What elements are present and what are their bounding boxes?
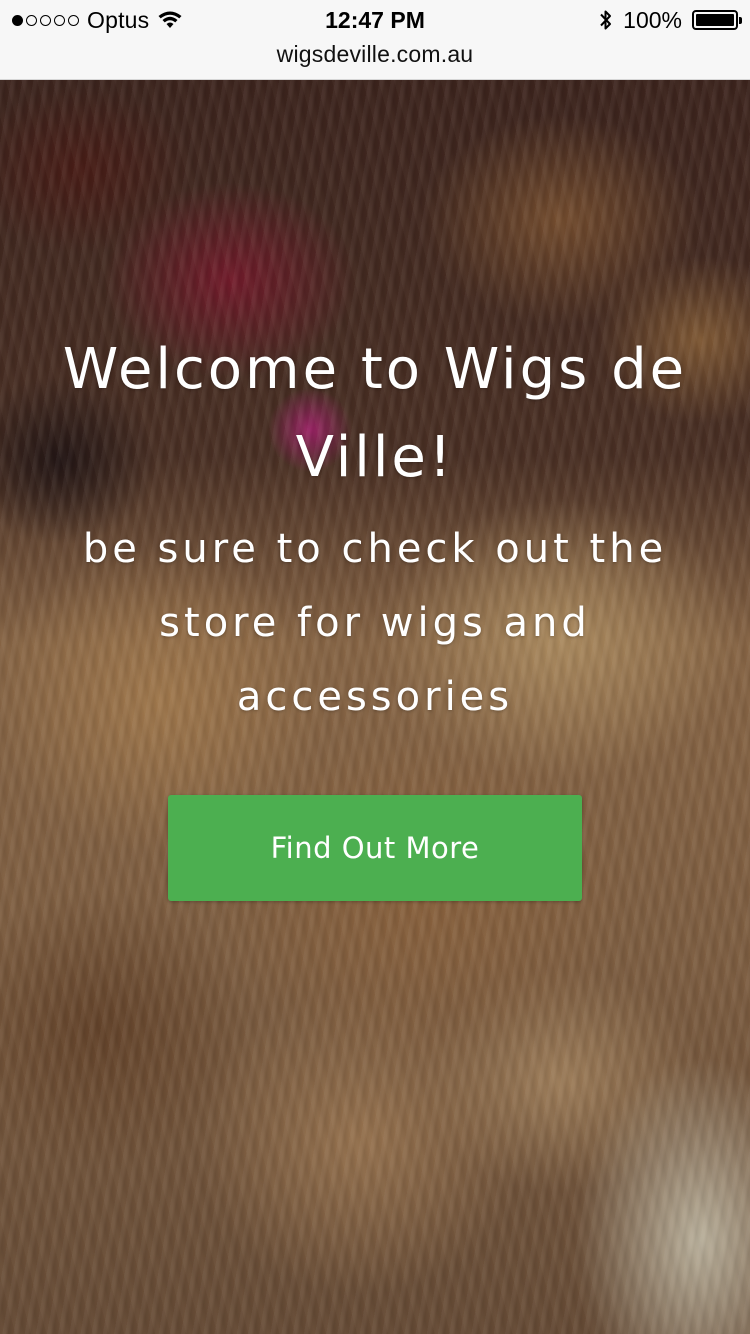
status-bar: Optus 12:47 PM 100% (0, 0, 750, 40)
screen: Optus 12:47 PM 100% wigsdeville.com.au W… (0, 0, 750, 1334)
hero-subtitle: be sure to check out the store for wigs … (82, 526, 668, 720)
url-text[interactable]: wigsdeville.com.au (277, 41, 474, 68)
status-right: 100% (599, 6, 742, 33)
battery-icon (692, 10, 742, 30)
hero-section: Welcome to Wigs de Ville! be sure to che… (0, 80, 750, 1334)
find-out-more-button[interactable]: Find Out More (168, 795, 582, 901)
bluetooth-icon (599, 8, 613, 32)
hero-title: Welcome to Wigs de Ville! (62, 337, 688, 490)
address-bar[interactable]: wigsdeville.com.au (0, 40, 750, 80)
battery-percent: 100% (623, 6, 682, 33)
